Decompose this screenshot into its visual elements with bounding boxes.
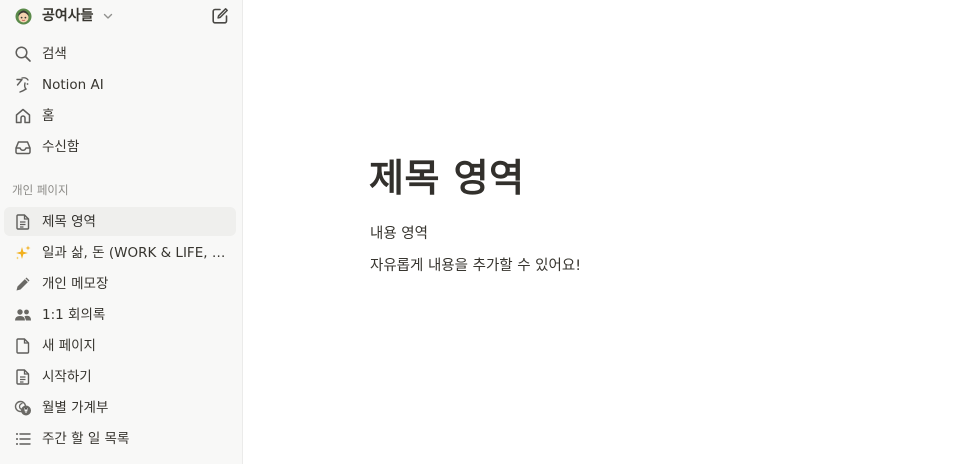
sidebar: 공여사들 검색 Notion AI 홈 수신함 개인 페이지 제목 영역 일과 … [0, 0, 243, 464]
page-paragraph[interactable]: 내용 영역 [370, 224, 428, 244]
document-icon [14, 213, 32, 231]
sidebar-item-label: 홈 [42, 108, 55, 124]
sidebar-page-label: 일과 삶, 돈 (WORK & LIFE, MONEY) [42, 245, 230, 261]
sidebar-page-label: 새 페이지 [42, 338, 96, 354]
app-window: 공여사들 검색 Notion AI 홈 수신함 개인 페이지 제목 영역 일과 … [0, 0, 956, 464]
page-icon [14, 337, 32, 355]
sidebar-item-label: 수신함 [42, 139, 80, 155]
search-icon [14, 45, 32, 63]
notion-ai-face-icon [14, 76, 32, 94]
page-paragraph[interactable]: 자유롭게 내용을 추가할 수 있어요! [370, 256, 581, 276]
list-icon [14, 430, 32, 448]
home-icon [14, 107, 32, 125]
new-page-button[interactable] [210, 6, 230, 26]
sidebar-item-label: Notion AI [42, 77, 104, 93]
workspace-switcher[interactable]: 공여사들 [0, 0, 243, 32]
sparkles-icon [14, 244, 32, 262]
sidebar-page-item[interactable]: 개인 메모장 [4, 269, 236, 298]
pencil-icon [14, 275, 32, 293]
page-title[interactable]: 제목 영역 [369, 150, 525, 206]
document-icon [14, 368, 32, 386]
compose-icon [210, 6, 230, 26]
sidebar-page-label: 제목 영역 [42, 214, 96, 230]
sidebar-page-label: 시작하기 [42, 369, 92, 385]
sidebar-page-item[interactable]: 새 페이지 [4, 331, 236, 360]
sidebar-page-label: 1:1 회의록 [42, 307, 106, 323]
sidebar-item-search[interactable]: 검색 [4, 39, 236, 68]
sidebar-page-item[interactable]: 월별 가계부 [4, 393, 236, 422]
sidebar-page-item[interactable]: 시작하기 [4, 362, 236, 391]
sidebar-page-item[interactable]: 일과 삶, 돈 (WORK & LIFE, MONEY) [4, 238, 236, 267]
people-icon [14, 306, 32, 324]
coins-icon [14, 399, 32, 417]
sidebar-item-inbox[interactable]: 수신함 [4, 132, 236, 161]
workspace-name: 공여사들 [42, 8, 94, 24]
sidebar-page-label: 월별 가계부 [42, 400, 109, 416]
sidebar-page-item[interactable]: 주간 할 일 목록 [4, 424, 236, 453]
inbox-icon [14, 138, 32, 156]
sidebar-page-label: 개인 메모장 [42, 276, 109, 292]
section-label-private: 개인 페이지 [12, 183, 69, 197]
workspace-avatar-icon [15, 8, 32, 25]
sidebar-page-item-active[interactable]: 제목 영역 [4, 207, 236, 236]
sidebar-page-item[interactable]: 1:1 회의록 [4, 300, 236, 329]
sidebar-item-home[interactable]: 홈 [4, 101, 236, 130]
sidebar-page-label: 주간 할 일 목록 [42, 431, 130, 447]
sidebar-item-notion-ai[interactable]: Notion AI [4, 70, 236, 99]
page-content: 제목 영역 내용 영역 자유롭게 내용을 추가할 수 있어요! [243, 0, 956, 464]
sidebar-item-label: 검색 [42, 46, 67, 62]
chevron-down-icon [102, 10, 114, 22]
